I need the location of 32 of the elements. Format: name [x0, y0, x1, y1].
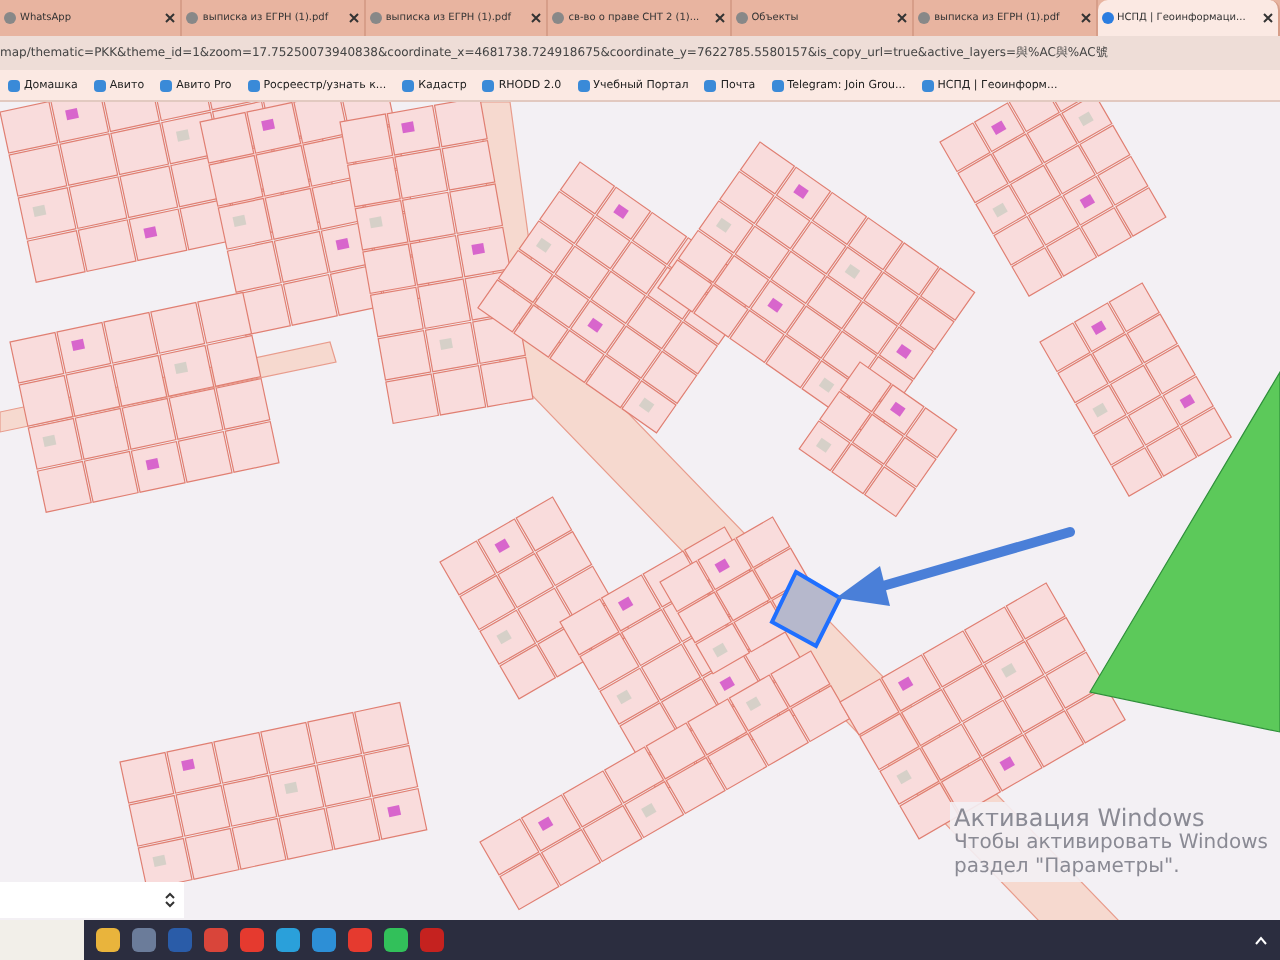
bookmark-icon: [921, 79, 934, 91]
bookmark-icon: [704, 79, 717, 91]
arrow-icon: [836, 527, 1075, 606]
close-icon[interactable]: [347, 12, 360, 24]
tab-icon: [552, 12, 565, 24]
dropdown-field[interactable]: [0, 882, 184, 918]
close-icon[interactable]: [713, 12, 726, 24]
close-icon[interactable]: [1261, 12, 1274, 24]
tab-icon: [918, 12, 931, 24]
bookmark-icon: [8, 79, 20, 91]
activation-title: Активация Windows: [954, 804, 1207, 832]
bookmark-icon: [402, 79, 415, 91]
bookmark-icon: [93, 79, 106, 91]
bookmark-icon: [247, 79, 260, 91]
close-icon[interactable]: [1079, 12, 1092, 24]
close-icon[interactable]: [530, 12, 543, 24]
updown-chevron-icon: [164, 890, 176, 910]
bookmark-icon: [482, 79, 495, 91]
activation-text: Чтобы активировать Windows: [954, 832, 1268, 856]
close-icon[interactable]: [896, 12, 909, 24]
tab-icon: [186, 12, 199, 24]
activation-text: раздел "Параметры".: [954, 856, 1182, 880]
bookmark-icon: [771, 79, 784, 91]
bookmark-icon: [160, 79, 173, 91]
tab-icon: [1101, 12, 1114, 24]
tab-icon: [369, 12, 382, 24]
close-icon[interactable]: [164, 12, 177, 24]
bookmark-icon: [577, 79, 590, 91]
highlighted-parcel: [769, 569, 843, 649]
chevron-up-icon[interactable]: [1254, 935, 1268, 945]
tab-icon: [4, 12, 16, 24]
tab-icon: [735, 12, 748, 24]
